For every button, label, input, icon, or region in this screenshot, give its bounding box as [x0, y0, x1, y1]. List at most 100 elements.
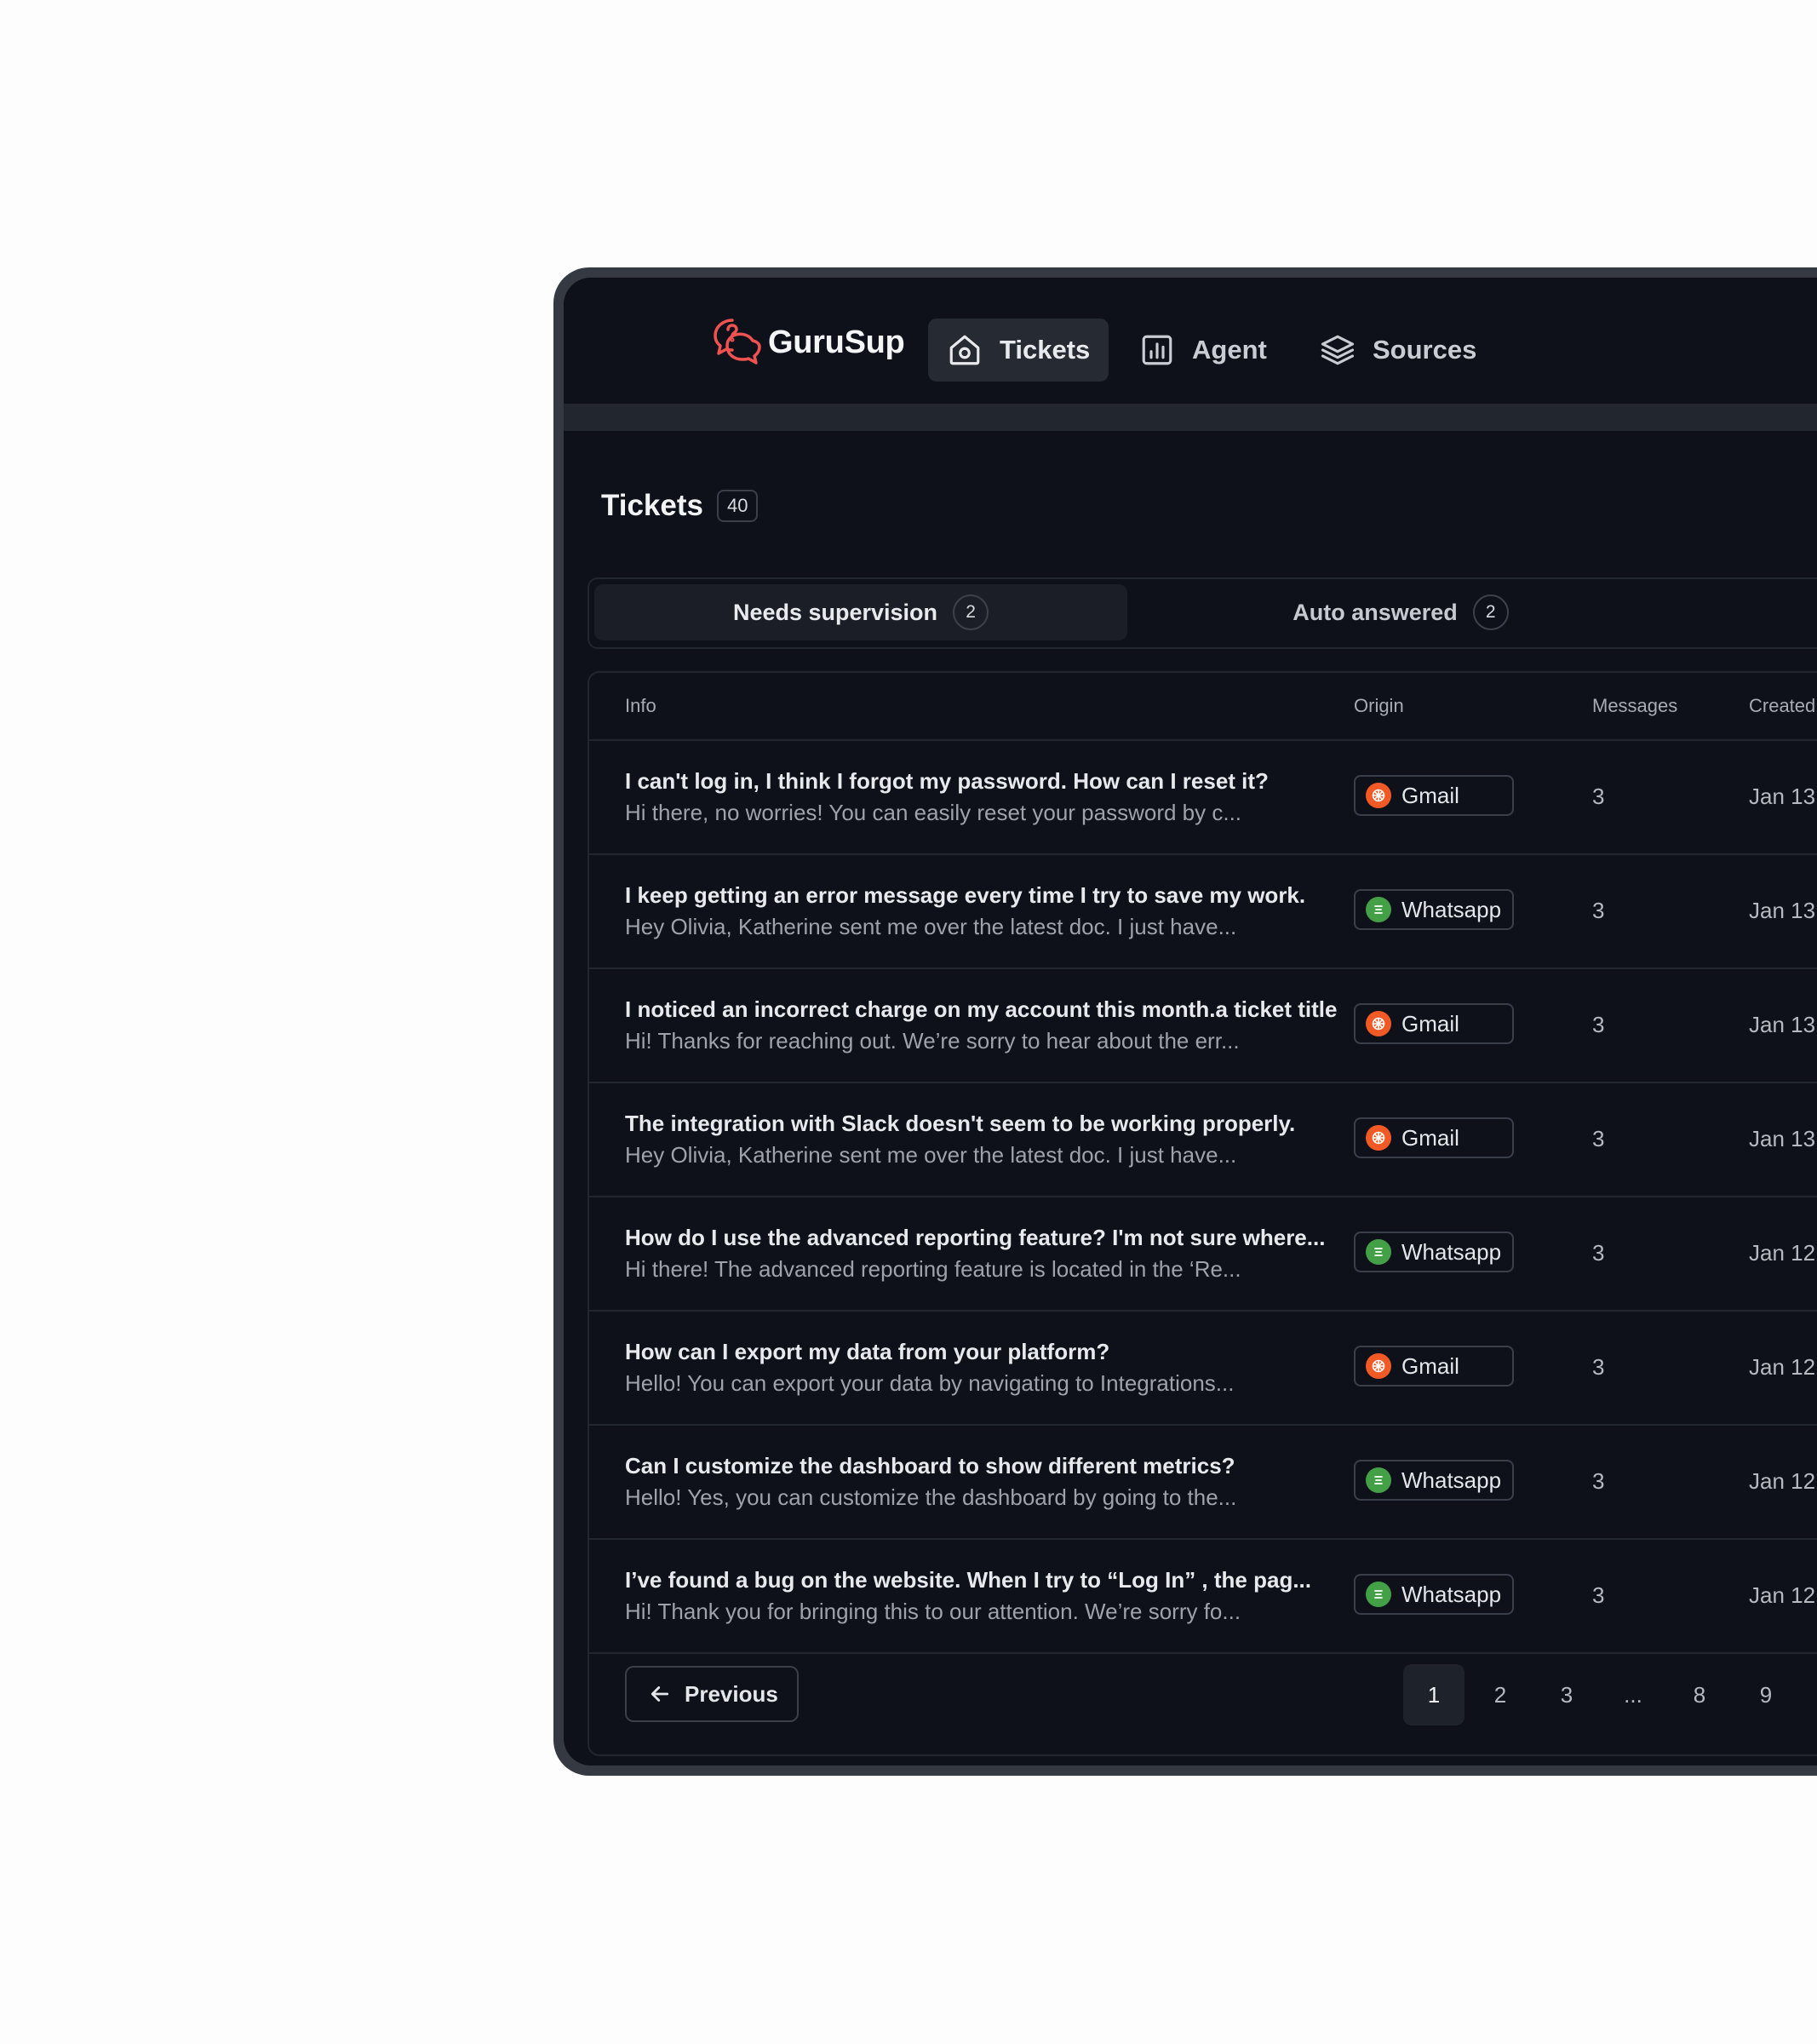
nav-item-tickets[interactable]: Tickets	[928, 319, 1109, 382]
table-row[interactable]: How do I use the advanced reporting feat…	[589, 1197, 1817, 1312]
created-date: Jan 13	[1749, 784, 1816, 809]
column-header-info: Info	[625, 695, 656, 716]
top-navbar: GuruSup Tickets Agent Sources	[564, 278, 1817, 404]
column-header-messages: Messages	[1592, 695, 1678, 716]
page-button-2[interactable]: 2	[1470, 1664, 1531, 1725]
page-title-text: Tickets	[601, 489, 703, 522]
navbar-divider	[564, 404, 1817, 431]
gmail-icon	[1366, 1011, 1391, 1036]
column-header-origin: Origin	[1354, 695, 1404, 716]
origin-label: Gmail	[1401, 1010, 1459, 1036]
message-count: 3	[1592, 1126, 1605, 1151]
created-date: Jan 13	[1749, 1012, 1816, 1037]
origin-label: Whatsapp	[1401, 1467, 1502, 1493]
previous-button[interactable]: Previous	[625, 1666, 799, 1722]
main-content: Tickets 40 Needs supervision 2 Auto answ…	[564, 431, 1817, 1766]
nav-item-sources[interactable]: Sources	[1301, 319, 1495, 382]
tab-auto-answered[interactable]: Auto answered 2	[1134, 584, 1667, 640]
message-count: 3	[1592, 1240, 1605, 1266]
ticket-preview: Hello! You can export your data by navig…	[625, 1370, 1235, 1396]
gmail-icon	[1366, 783, 1391, 808]
whatsapp-icon	[1366, 1467, 1391, 1493]
message-count: 3	[1592, 1468, 1605, 1494]
ticket-tabs: Needs supervision 2 Auto answered 2	[588, 577, 1817, 649]
previous-button-label: Previous	[685, 1680, 778, 1707]
tab-label: Needs supervision	[732, 599, 938, 625]
tab-needs-supervision[interactable]: Needs supervision 2	[594, 584, 1127, 640]
gmail-icon	[1366, 1125, 1391, 1151]
origin-badge: Gmail	[1354, 775, 1514, 816]
created-date: Jan 13	[1749, 1126, 1816, 1151]
tab-count-badge: 2	[1472, 594, 1509, 630]
home-icon	[949, 335, 980, 365]
ticket-title: I’ve found a bug on the website. When I …	[625, 1567, 1311, 1593]
table-row[interactable]: I’ve found a bug on the website. When I …	[589, 1540, 1817, 1654]
origin-label: Whatsapp	[1401, 1581, 1502, 1607]
created-date: Jan 12	[1749, 1582, 1816, 1608]
nav-item-label: Tickets	[1000, 335, 1091, 365]
origin-label: Gmail	[1401, 1124, 1459, 1151]
ticket-title: How do I use the advanced reporting feat…	[625, 1225, 1326, 1250]
created-date: Jan 12	[1749, 1240, 1816, 1266]
app-window-frame: GuruSup Tickets Agent Sources Tickets 40…	[553, 267, 1817, 1776]
origin-badge: Gmail	[1354, 1003, 1514, 1044]
table-row[interactable]: I noticed an incorrect charge on my acco…	[589, 969, 1817, 1083]
gmail-icon	[1366, 1353, 1391, 1379]
page-button-3[interactable]: 3	[1536, 1664, 1597, 1725]
nav-item-label: Sources	[1373, 335, 1477, 365]
origin-label: Gmail	[1401, 1352, 1459, 1379]
origin-badge: Gmail	[1354, 1117, 1514, 1158]
origin-badge: Gmail	[1354, 1346, 1514, 1387]
gurusup-logo-icon	[714, 319, 761, 365]
page-title: Tickets 40	[601, 489, 759, 523]
brand-name: GuruSup	[768, 324, 905, 360]
origin-badge: Whatsapp	[1354, 1460, 1514, 1501]
column-header-created: Created	[1749, 695, 1816, 716]
tab-label: Auto answered	[1293, 599, 1458, 625]
created-date: Jan 13	[1749, 898, 1816, 923]
table-header: Info Origin Messages Created	[589, 673, 1817, 741]
table-row[interactable]: How can I export my data from your platf…	[589, 1312, 1817, 1426]
table-row[interactable]: Can I customize the dashboard to show di…	[589, 1426, 1817, 1540]
ticket-title: The integration with Slack doesn't seem …	[625, 1111, 1296, 1136]
ticket-title: I noticed an incorrect charge on my acco…	[625, 996, 1338, 1022]
table-row[interactable]: The integration with Slack doesn't seem …	[589, 1083, 1817, 1197]
page-ellipsis: ...	[1624, 1681, 1642, 1708]
ticket-preview: Hey Olivia, Katherine sent me over the l…	[625, 914, 1237, 939]
created-date: Jan 12	[1749, 1354, 1816, 1380]
tab-count-badge: 2	[953, 594, 989, 630]
origin-label: Whatsapp	[1401, 1238, 1502, 1265]
origin-label: Gmail	[1401, 782, 1459, 808]
created-date: Jan 12	[1749, 1468, 1816, 1494]
ticket-preview: Hello! Yes, you can customize the dashbo…	[625, 1484, 1237, 1510]
page-button-8[interactable]: 8	[1669, 1664, 1730, 1725]
message-count: 3	[1592, 1012, 1605, 1037]
message-count: 3	[1592, 1354, 1605, 1380]
table-row[interactable]: I keep getting an error message every ti…	[589, 855, 1817, 969]
table-row[interactable]: I can't log in, I think I forgot my pass…	[589, 741, 1817, 855]
app-window: GuruSup Tickets Agent Sources Tickets 40…	[564, 278, 1817, 1766]
ticket-preview: Hi! Thanks for reaching out. We’re sorry…	[625, 1028, 1240, 1054]
ticket-title: I can't log in, I think I forgot my pass…	[625, 768, 1269, 794]
message-count: 3	[1592, 1582, 1605, 1608]
pagination: Previous 1 2 3 ... 8 9	[589, 1645, 1817, 1753]
nav-item-agent[interactable]: Agent	[1121, 319, 1286, 382]
ticket-title: I keep getting an error message every ti…	[625, 882, 1306, 908]
message-count: 3	[1592, 898, 1605, 923]
origin-badge: Whatsapp	[1354, 889, 1514, 930]
whatsapp-icon	[1366, 1239, 1391, 1265]
ticket-preview: Hi there, no worries! You can easily res…	[625, 800, 1242, 825]
tickets-count-badge: 40	[717, 490, 759, 522]
layers-icon	[1321, 335, 1355, 365]
whatsapp-icon	[1366, 1582, 1391, 1607]
brand[interactable]: GuruSup	[710, 315, 905, 370]
ticket-title: Can I customize the dashboard to show di…	[625, 1453, 1235, 1478]
ticket-preview: Hey Olivia, Katherine sent me over the l…	[625, 1142, 1237, 1168]
nav-item-label: Agent	[1192, 335, 1267, 365]
ticket-title: How can I export my data from your platf…	[625, 1339, 1110, 1364]
page-button-9[interactable]: 9	[1735, 1664, 1797, 1725]
origin-label: Whatsapp	[1401, 896, 1502, 922]
page-button-1[interactable]: 1	[1403, 1664, 1464, 1725]
tickets-table: Info Origin Messages Created I can't log…	[588, 671, 1817, 1756]
bar-chart-icon	[1142, 335, 1172, 365]
